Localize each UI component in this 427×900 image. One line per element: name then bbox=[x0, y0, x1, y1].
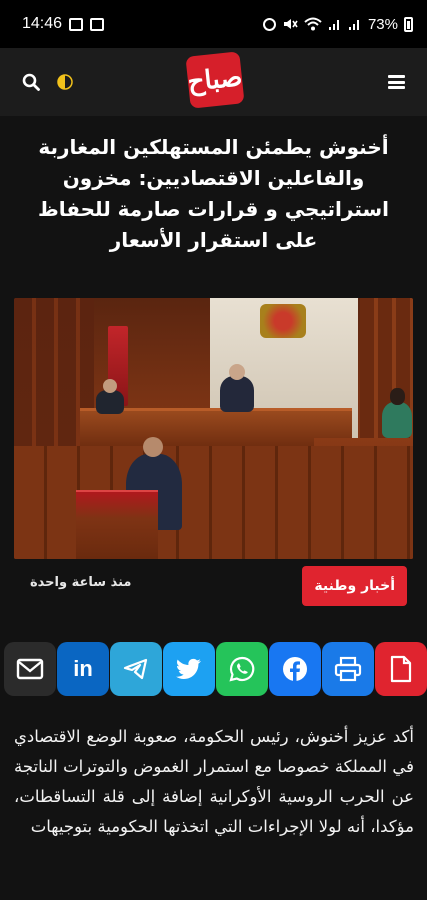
menu-icon bbox=[387, 75, 405, 89]
print-icon bbox=[334, 656, 362, 682]
telegram-icon bbox=[123, 658, 148, 680]
print-button[interactable] bbox=[322, 642, 374, 696]
article-title: أخنوش يطمئن المستهلكين المغاربة والفاعلي… bbox=[37, 135, 390, 252]
share-telegram-button[interactable] bbox=[110, 642, 162, 696]
published-time: منذ ساعة واحدة bbox=[30, 575, 132, 590]
facebook-icon bbox=[283, 657, 307, 681]
share-linkedin-button[interactable]: in bbox=[57, 642, 109, 696]
navigation-bar bbox=[0, 884, 427, 900]
status-left: 14:46 bbox=[22, 15, 105, 33]
battery-icon bbox=[404, 16, 413, 32]
mail-icon bbox=[16, 658, 44, 680]
coat-of-arms-emblem bbox=[260, 304, 306, 338]
search-icon bbox=[22, 73, 40, 91]
category-badge[interactable]: أخبار وطنية bbox=[302, 566, 407, 606]
alarm-icon bbox=[262, 17, 276, 31]
battery-percent: 73% bbox=[367, 15, 398, 33]
app-header: صباح bbox=[0, 48, 427, 116]
menu-button[interactable] bbox=[379, 65, 413, 99]
share-whatsapp-button[interactable] bbox=[216, 642, 268, 696]
article-meta: منذ ساعة واحدة أخبار وطنية bbox=[14, 566, 413, 606]
share-email-button[interactable] bbox=[4, 642, 56, 696]
share-facebook-button[interactable] bbox=[269, 642, 321, 696]
share-twitter-button[interactable] bbox=[163, 642, 215, 696]
gallery-notification-icon bbox=[69, 17, 84, 31]
linkedin-icon: in bbox=[73, 656, 93, 681]
whatsapp-icon bbox=[229, 656, 255, 682]
mute-icon bbox=[283, 19, 298, 29]
pdf-icon bbox=[390, 655, 412, 683]
site-logo[interactable]: صباح bbox=[185, 51, 245, 109]
lectern bbox=[76, 490, 158, 559]
status-right: 73% bbox=[262, 15, 413, 33]
pdf-button[interactable] bbox=[375, 642, 427, 696]
wifi-icon bbox=[304, 17, 322, 31]
theme-toggle-icon bbox=[57, 74, 73, 90]
article-hero-image bbox=[14, 298, 413, 559]
share-bar: in bbox=[4, 642, 427, 696]
search-button[interactable] bbox=[14, 65, 48, 99]
status-time: 14:46 bbox=[22, 15, 63, 32]
status-bar: 14:46 73% bbox=[0, 0, 427, 48]
article-body: أكد عزيز أخنوش، رئيس الحكومة، صعوبة الوض… bbox=[14, 727, 414, 836]
theme-toggle-button[interactable] bbox=[48, 65, 82, 99]
twitter-icon bbox=[176, 658, 201, 679]
signal-icon-2 bbox=[348, 20, 359, 30]
app-notification-icon bbox=[90, 17, 105, 31]
signal-icon bbox=[328, 20, 339, 30]
